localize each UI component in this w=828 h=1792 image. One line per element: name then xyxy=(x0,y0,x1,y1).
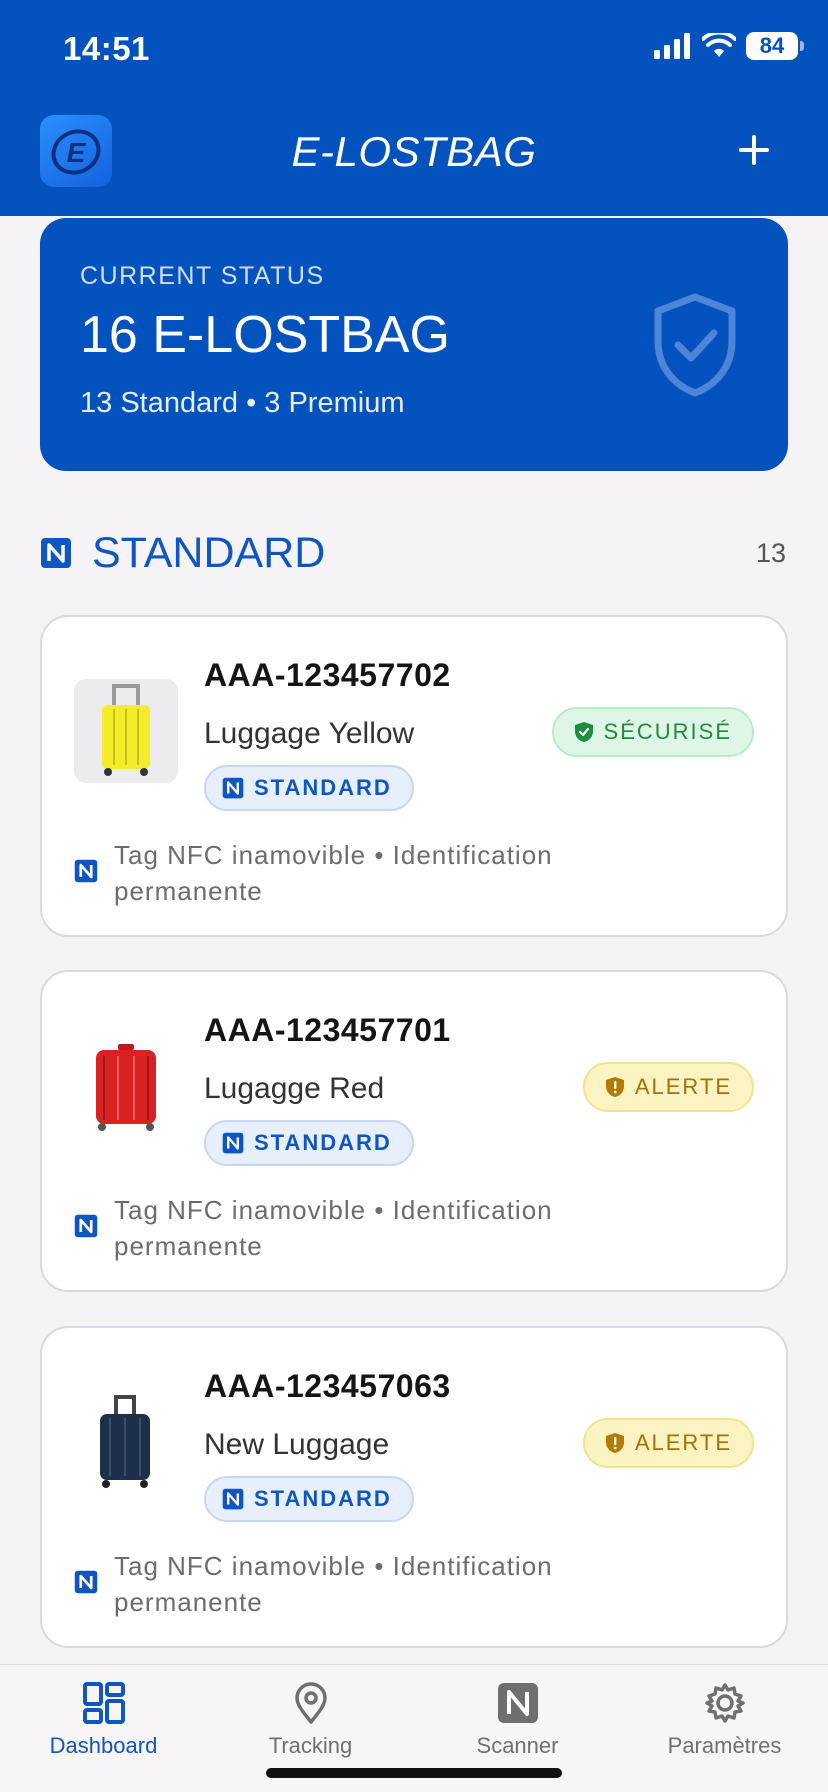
shield-check-icon xyxy=(654,293,736,397)
wifi-icon xyxy=(702,33,736,57)
bag-photo xyxy=(74,679,178,783)
nfc-icon xyxy=(222,1488,244,1510)
bag-card[interactable]: AAA-123457701 Lugagge Red STANDARD ALERT… xyxy=(40,970,788,1292)
current-status-card: CURRENT STATUS 16 E-LOSTBAG 13 Standard … xyxy=(40,218,788,471)
add-bag-button[interactable] xyxy=(730,126,778,174)
location-pin-icon xyxy=(294,1682,327,1724)
shield-check-icon xyxy=(574,722,593,742)
gear-icon xyxy=(704,1683,745,1723)
nav-tracking-label: Tracking xyxy=(268,1733,353,1758)
app-header: 14:51 84 E E-LOSTBAG xyxy=(0,0,828,216)
bag-name: New Luggage xyxy=(204,1428,390,1461)
nav-settings-label: Paramètres xyxy=(667,1733,782,1758)
nav-scanner-label: Scanner xyxy=(476,1733,559,1758)
nfc-icon xyxy=(222,777,244,799)
tier-badge: STANDARD xyxy=(204,1120,414,1166)
bag-id: AAA-123457701 xyxy=(204,1012,451,1048)
section-count: 13 xyxy=(755,537,786,568)
status-badge: SÉCURISÉ xyxy=(551,707,754,757)
nfc-icon xyxy=(222,1132,244,1154)
status-badge: ALERTE xyxy=(582,1418,754,1468)
section-title: STANDARD xyxy=(40,529,325,578)
status-breakdown: 13 Standard • 3 Premium xyxy=(80,387,405,419)
bag-name: Lugagge Red xyxy=(204,1072,385,1105)
bag-card[interactable]: AAA-123457702 Luggage Yellow STANDARD SÉ… xyxy=(40,615,788,937)
plus-icon xyxy=(739,135,769,165)
bag-note: Tag NFC inamovible • Identification perm… xyxy=(114,840,553,906)
navy-suitcase-icon xyxy=(100,1395,150,1488)
status-label: CURRENT STATUS xyxy=(80,262,325,290)
red-suitcase-icon xyxy=(96,1044,156,1131)
bag-photo xyxy=(74,1034,178,1138)
battery-indicator: 84 xyxy=(746,32,804,60)
dashboard-screen: 14:51 84 E E-LOSTBAG CURRENT STATUS 16 E… xyxy=(0,0,828,1792)
bag-id: AAA-123457702 xyxy=(204,657,451,693)
status-time: 14:51 xyxy=(63,30,150,67)
tier-badge: STANDARD xyxy=(204,1476,414,1522)
bag-note: Tag NFC inamovible • Identification perm… xyxy=(114,1551,553,1617)
bag-card[interactable]: AAA-123457063 New Luggage STANDARD ALERT… xyxy=(40,1326,788,1648)
nfc-icon xyxy=(74,1214,98,1238)
status-count: 16 E-LOSTBAG xyxy=(80,306,450,364)
standard-section-header: STANDARD 13 xyxy=(40,528,788,578)
status-badge-label: SÉCURISÉ xyxy=(603,719,732,744)
status-badge-label: ALERTE xyxy=(634,1430,732,1455)
nfc-icon xyxy=(41,538,71,568)
tier-badge: STANDARD xyxy=(204,765,414,811)
shield-alert-icon xyxy=(605,1077,624,1097)
app-title: E-LOSTBAG xyxy=(291,128,537,175)
nfc-icon xyxy=(74,1570,98,1594)
shield-alert-icon xyxy=(605,1433,624,1453)
bag-photo xyxy=(74,1390,178,1494)
nav-dashboard[interactable]: Dashboard xyxy=(0,1665,207,1792)
nav-settings[interactable]: Paramètres xyxy=(621,1665,828,1792)
tier-badge-label: STANDARD xyxy=(254,1486,392,1511)
bag-id: AAA-123457063 xyxy=(204,1368,451,1404)
yellow-suitcase-icon xyxy=(102,684,150,776)
bag-note: Tag NFC inamovible • Identification perm… xyxy=(114,1195,553,1261)
dashboard-icon xyxy=(82,1682,125,1724)
nfc-icon xyxy=(497,1683,538,1723)
status-badge-label: ALERTE xyxy=(634,1074,732,1099)
home-indicator xyxy=(266,1768,562,1778)
bag-name: Luggage Yellow xyxy=(204,717,415,750)
tier-badge-label: STANDARD xyxy=(254,1130,392,1155)
nav-dashboard-label: Dashboard xyxy=(49,1733,158,1758)
section-title-label: STANDARD xyxy=(92,528,326,577)
signal-icon xyxy=(654,33,690,59)
status-indicators: 84 xyxy=(654,32,804,60)
tier-badge-label: STANDARD xyxy=(254,775,392,800)
nfc-icon xyxy=(74,859,98,883)
status-badge: ALERTE xyxy=(582,1062,754,1112)
